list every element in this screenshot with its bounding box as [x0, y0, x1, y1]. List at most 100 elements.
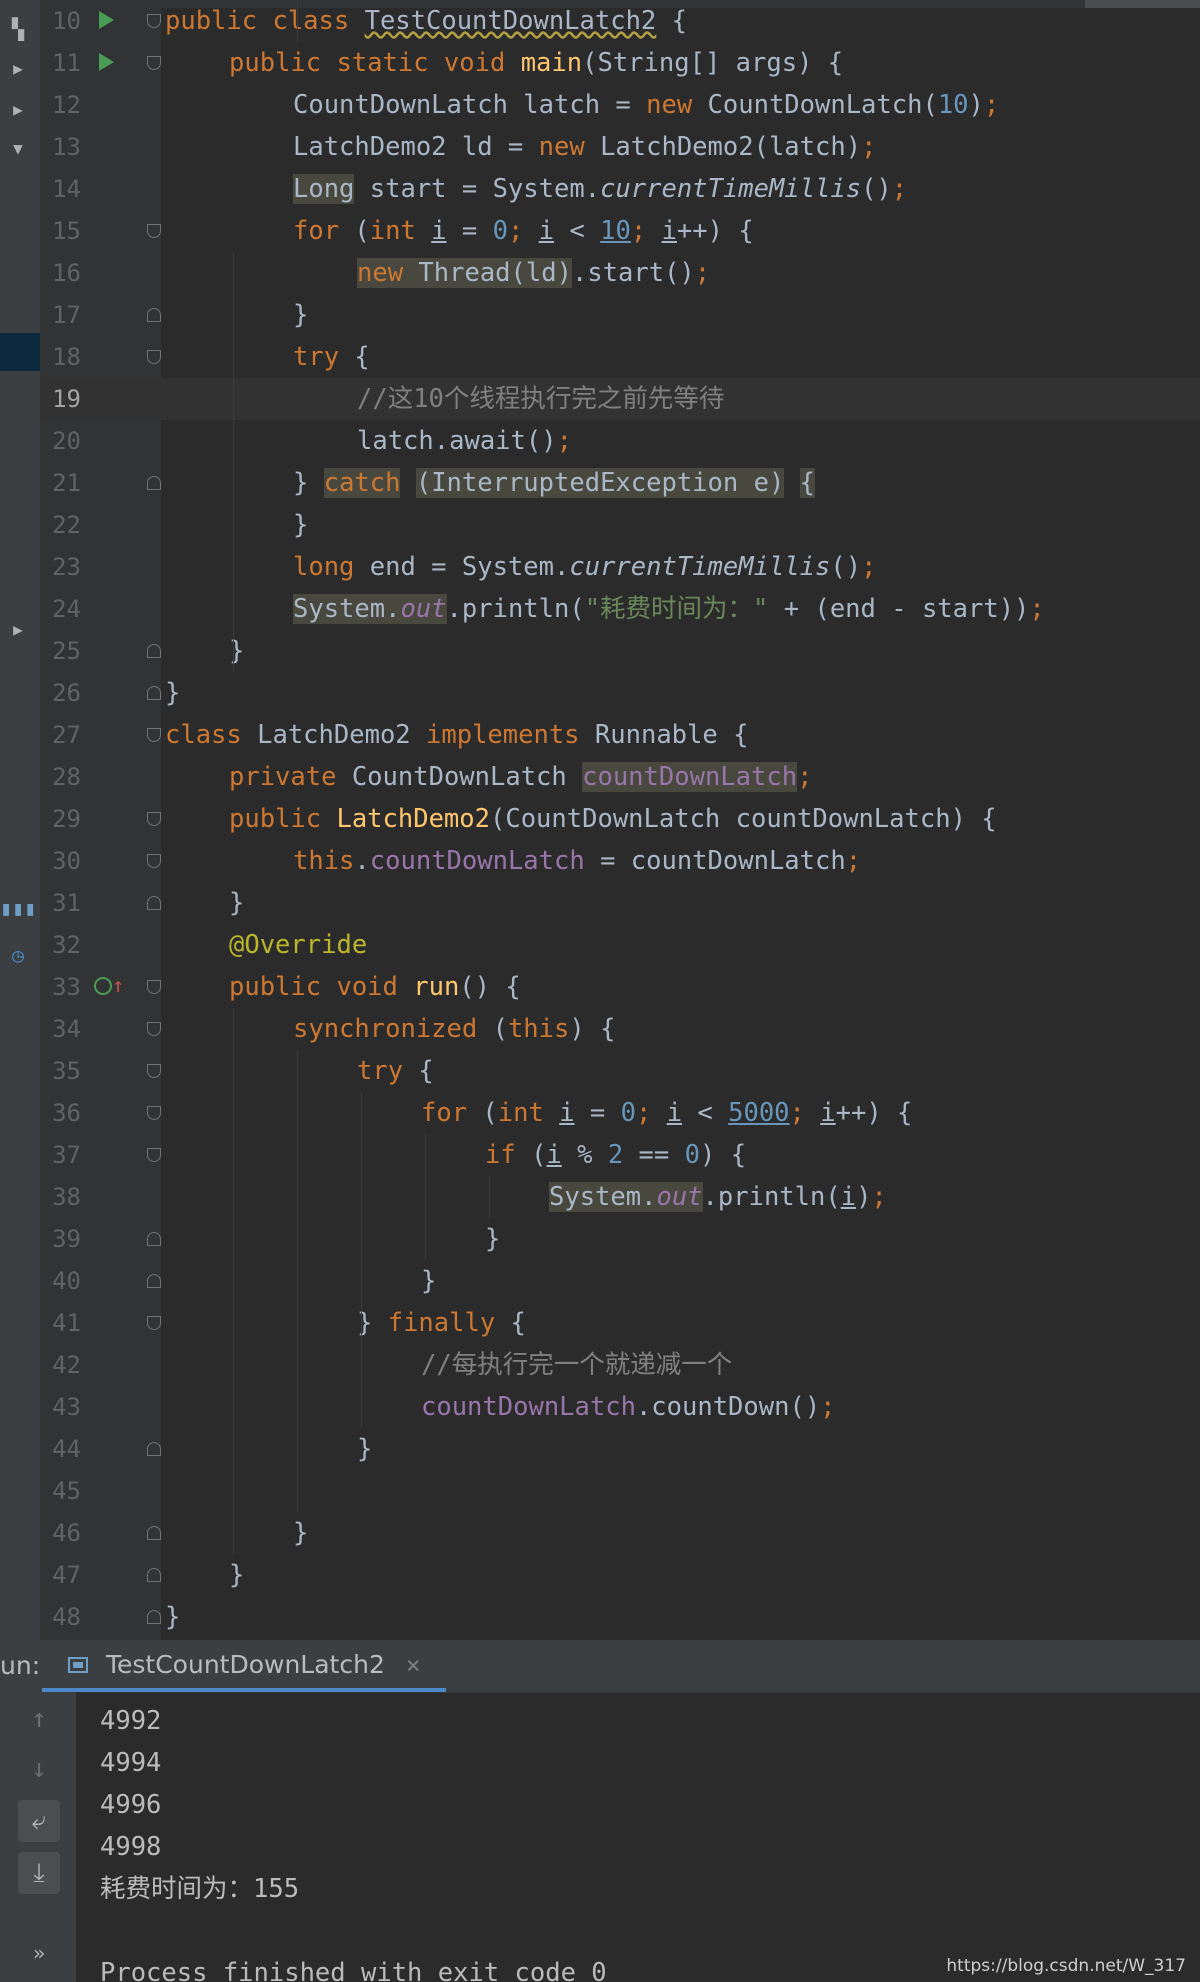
code-line[interactable]: 35 try {: [41, 1050, 1200, 1092]
run-configuration-clock-icon[interactable]: ◷: [0, 940, 36, 970]
line-number: 45: [52, 1477, 81, 1505]
code-line[interactable]: 12 CountDownLatch latch = new CountDownLa…: [41, 84, 1200, 126]
code-line[interactable]: 24 System.out.println("耗费时间为：" + (end - s…: [41, 588, 1200, 630]
fold-expanded-icon[interactable]: [147, 350, 161, 364]
code-line[interactable]: 37 if (i % 2 == 0) {: [41, 1134, 1200, 1176]
fold-end-icon[interactable]: [147, 1442, 161, 1456]
fold-expanded-icon[interactable]: [147, 1106, 161, 1120]
expand-arrow-icon[interactable]: ▶: [0, 615, 36, 645]
fold-end-icon[interactable]: [147, 1610, 161, 1624]
fold-expanded-icon[interactable]: [147, 1022, 161, 1036]
code-line[interactable]: 42 //每执行完一个就递减一个: [41, 1344, 1200, 1386]
code-text: Long start = System.currentTimeMillis();: [293, 168, 907, 210]
code-token: .start(): [571, 258, 695, 288]
indent-guide: [297, 1050, 298, 1512]
code-line[interactable]: 31}: [41, 882, 1200, 924]
go-to-super-icon[interactable]: ↑: [112, 972, 124, 998]
code-line[interactable]: 36 for (int i = 0; i < 5000; i++) {: [41, 1092, 1200, 1134]
implements-method-icon[interactable]: [94, 977, 112, 995]
code-line[interactable]: 48}: [41, 1596, 1200, 1638]
code-line[interactable]: 47}: [41, 1554, 1200, 1596]
code-token: if: [485, 1140, 532, 1170]
code-line[interactable]: 29 public LatchDemo2(CountDownLatch count…: [41, 798, 1200, 840]
code-token: .println(: [702, 1182, 841, 1212]
fold-expanded-icon[interactable]: [147, 1064, 161, 1078]
fold-end-icon[interactable]: [147, 686, 161, 700]
code-line[interactable]: 44}: [41, 1428, 1200, 1470]
code-token: ;: [845, 846, 862, 876]
code-token: }: [293, 468, 324, 498]
code-line[interactable]: 13 LatchDemo2 ld = new LatchDemo2(latch);: [41, 126, 1200, 168]
code-token: class: [165, 720, 258, 750]
code-token: currentTimeMillis: [569, 552, 831, 582]
expand-arrow-icon[interactable]: ▶: [0, 54, 36, 84]
run-gutter-icon[interactable]: [99, 53, 114, 71]
code-line[interactable]: 26}: [41, 672, 1200, 714]
line-number: 13: [52, 133, 81, 161]
code-line[interactable]: 27 class LatchDemo2 implements Runnable {: [41, 714, 1200, 756]
fold-expanded-icon[interactable]: [147, 224, 161, 238]
collapse-arrow-icon[interactable]: ▼: [0, 134, 36, 164]
code-line[interactable]: 14 Long start = System.currentTimeMillis(…: [41, 168, 1200, 210]
code-line[interactable]: 41} finally {: [41, 1302, 1200, 1344]
code-line[interactable]: 46}: [41, 1512, 1200, 1554]
code-line[interactable]: 32 @Override: [41, 924, 1200, 966]
selected-tree-row[interactable]: [0, 333, 40, 371]
tab-test-count-down-latch2[interactable]: TestCountDownLatch2 ×: [42, 1640, 446, 1692]
code-line[interactable]: 20 latch.await();: [41, 420, 1200, 462]
code-line[interactable]: 15 for (int i = 0; i < 10; i++) {: [41, 210, 1200, 252]
code-line[interactable]: 33 ↑ public void run() {: [41, 966, 1200, 1008]
expand-arrow-icon[interactable]: ▶: [0, 95, 36, 125]
code-token: }: [357, 1434, 373, 1464]
fold-expanded-icon[interactable]: [147, 980, 161, 994]
code-line[interactable]: 18 try {: [41, 336, 1200, 378]
fold-end-icon[interactable]: [147, 476, 161, 490]
more-actions-icon[interactable]: »: [18, 1932, 60, 1974]
code-line[interactable]: 38 System.out.println(i);: [41, 1176, 1200, 1218]
code-line[interactable]: 17}: [41, 294, 1200, 336]
code-line[interactable]: 39}: [41, 1218, 1200, 1260]
code-line[interactable]: 28 private CountDownLatch countDownLatch;: [41, 756, 1200, 798]
fold-expanded-icon[interactable]: [147, 1148, 161, 1162]
fold-expanded-icon[interactable]: [147, 56, 161, 70]
code-token: synchronized: [293, 1014, 493, 1044]
code-line[interactable]: 40}: [41, 1260, 1200, 1302]
fold-expanded-icon[interactable]: [147, 854, 161, 868]
statistics-icon[interactable]: ▮▮▮: [0, 893, 36, 923]
down-arrow-icon[interactable]: ↓: [18, 1748, 60, 1790]
fold-end-icon[interactable]: [147, 1568, 161, 1582]
run-gutter-icon[interactable]: [99, 11, 114, 29]
code-line[interactable]: 11 public static void main(String[] args)…: [41, 42, 1200, 84]
code-line[interactable]: 22}: [41, 504, 1200, 546]
fold-expanded-icon[interactable]: [147, 812, 161, 826]
fold-end-icon[interactable]: [147, 1232, 161, 1246]
run-tool-window-header: un: TestCountDownLatch2 ×: [0, 1640, 1200, 1693]
project-icon[interactable]: ▚: [0, 14, 36, 44]
fold-end-icon[interactable]: [147, 896, 161, 910]
fold-end-icon[interactable]: [147, 644, 161, 658]
code-line[interactable]: 19 //这10个线程执行完之前先等待: [41, 378, 1200, 420]
fold-expanded-icon[interactable]: [147, 728, 161, 742]
close-icon[interactable]: ×: [406, 1640, 420, 1690]
code-line[interactable]: 10 public class TestCountDownLatch2 {: [41, 0, 1200, 42]
code-line[interactable]: 34 synchronized (this) {: [41, 1008, 1200, 1050]
fold-end-icon[interactable]: [147, 1274, 161, 1288]
fold-end-icon[interactable]: [147, 1526, 161, 1540]
code-token: public static void: [229, 48, 521, 78]
code-token: = countDownLatch: [584, 846, 846, 876]
up-arrow-icon[interactable]: ↑: [18, 1698, 60, 1740]
code-editor[interactable]: 10 public class TestCountDownLatch2 {11 pu…: [41, 0, 1200, 1640]
code-token: out: [400, 594, 447, 624]
fold-expanded-icon[interactable]: [147, 1316, 161, 1330]
code-line[interactable]: 23 long end = System.currentTimeMillis();: [41, 546, 1200, 588]
code-line[interactable]: 21} catch (InterruptedException e) {: [41, 462, 1200, 504]
scroll-to-end-icon[interactable]: ⤓: [18, 1852, 60, 1894]
fold-end-icon[interactable]: [147, 308, 161, 322]
code-line[interactable]: 43 countDownLatch.countDown();: [41, 1386, 1200, 1428]
soft-wrap-icon[interactable]: ⤶: [18, 1800, 60, 1842]
fold-expanded-icon[interactable]: [147, 14, 161, 28]
code-line[interactable]: 16 new Thread(ld).start();: [41, 252, 1200, 294]
code-line[interactable]: 30 this.countDownLatch = countDownLatch;: [41, 840, 1200, 882]
code-line[interactable]: 45: [41, 1470, 1200, 1512]
code-line[interactable]: 25}: [41, 630, 1200, 672]
